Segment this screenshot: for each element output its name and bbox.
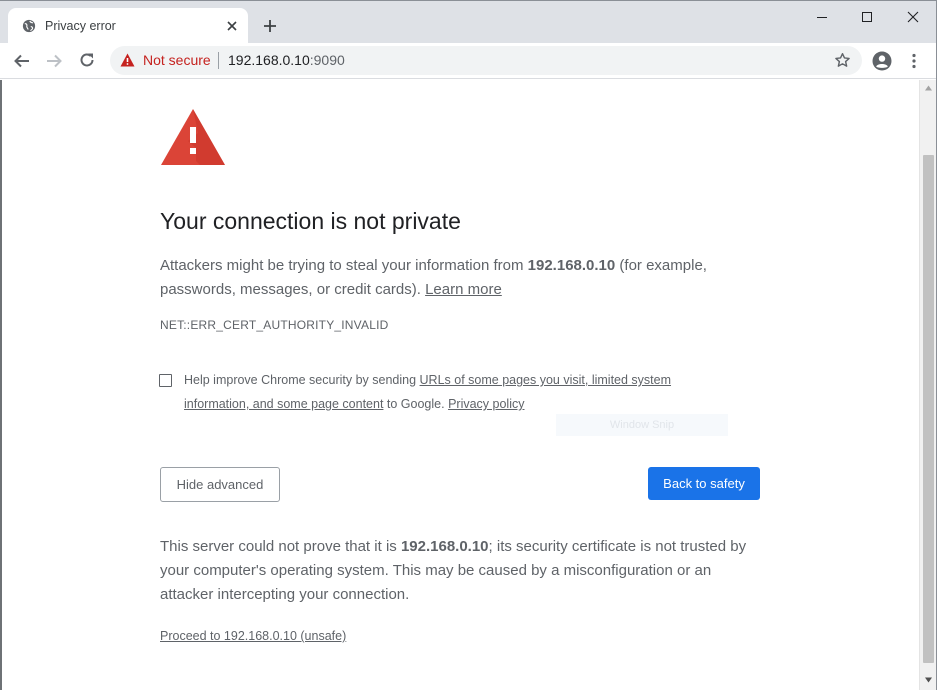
tab-privacy-error[interactable]: Privacy error <box>8 8 248 44</box>
address-separator <box>218 52 219 69</box>
proceed-unsafe-link[interactable]: Proceed to 192.168.0.10 (unsafe) <box>160 629 346 643</box>
url-text[interactable]: 192.168.0.10:9090 <box>228 52 345 68</box>
tab-close-icon[interactable] <box>225 19 239 33</box>
forward-arrow-icon[interactable] <box>45 52 63 70</box>
details-paragraph: This server could not prove that it is 1… <box>160 535 760 607</box>
page-title: Your connection is not private <box>160 208 461 234</box>
extended-reporting-label: Help improve Chrome security by sending … <box>184 368 704 416</box>
details-text-start: This server could not prove that it is <box>160 538 401 555</box>
intro-paragraph: Attackers might be trying to steal your … <box>160 254 760 302</box>
tab-title: Privacy error <box>45 19 116 33</box>
intro-text-start: Attackers might be trying to steal your … <box>160 257 528 274</box>
scroll-down-arrow-icon[interactable] <box>924 676 933 684</box>
hide-advanced-button[interactable]: Hide advanced <box>160 467 280 502</box>
warning-triangle-icon[interactable] <box>120 53 135 67</box>
optin-text-end: to Google. <box>383 397 449 411</box>
bookmark-star-icon[interactable] <box>834 52 851 69</box>
optin-text-start: Help improve Chrome security by sending <box>184 373 420 387</box>
url-port: :9090 <box>309 52 345 68</box>
minimize-icon[interactable] <box>814 9 830 25</box>
reload-icon[interactable] <box>78 51 96 69</box>
not-secure-label[interactable]: Not secure <box>143 52 211 68</box>
extended-reporting-checkbox[interactable] <box>159 374 172 387</box>
close-icon[interactable] <box>905 9 921 25</box>
kebab-menu-icon[interactable] <box>905 52 923 70</box>
intro-host: 192.168.0.10 <box>527 257 616 274</box>
browser-toolbar: Not secure 192.168.0.10:9090 <box>0 43 937 79</box>
vertical-scrollbar[interactable] <box>919 80 936 690</box>
learn-more-link[interactable]: Learn more <box>425 281 502 298</box>
address-bar[interactable]: Not secure 192.168.0.10:9090 <box>110 46 862 75</box>
large-warning-icon <box>161 109 225 165</box>
title-bar: Privacy error <box>0 0 937 44</box>
back-arrow-icon[interactable] <box>13 52 31 70</box>
new-tab-icon[interactable] <box>262 18 278 34</box>
error-code: NET::ERR_CERT_AUTHORITY_INVALID <box>160 318 389 332</box>
interstitial-page: Your connection is not private Attackers… <box>0 80 919 690</box>
maximize-icon[interactable] <box>859 9 875 25</box>
details-host: 192.168.0.10 <box>400 538 489 555</box>
profile-avatar-icon[interactable] <box>872 51 892 71</box>
url-host: 192.168.0.10 <box>228 52 310 68</box>
scrollbar-thumb[interactable] <box>923 155 934 663</box>
back-to-safety-button[interactable]: Back to safety <box>648 467 760 500</box>
window-snip-overlay: Window Snip <box>556 414 728 436</box>
globe-icon <box>22 19 36 33</box>
privacy-policy-link[interactable]: Privacy policy <box>448 397 524 411</box>
scroll-up-arrow-icon[interactable] <box>924 84 933 92</box>
